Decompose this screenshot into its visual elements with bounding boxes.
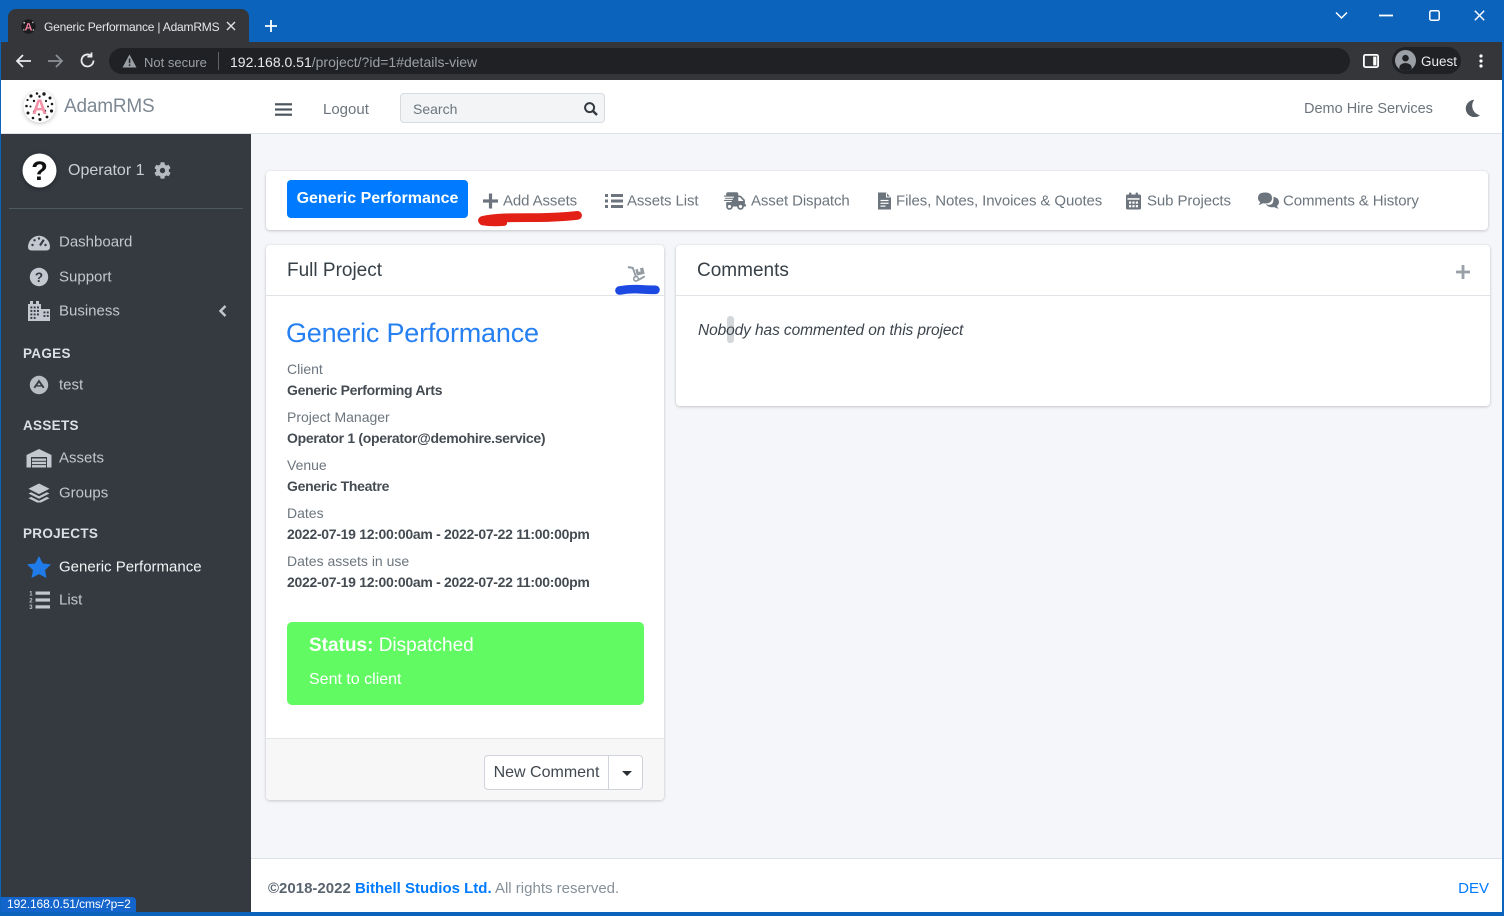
svg-text:?: ? bbox=[31, 156, 48, 186]
svg-text:1: 1 bbox=[29, 592, 33, 598]
svg-text:?: ? bbox=[35, 270, 43, 285]
svg-text:A: A bbox=[25, 21, 33, 33]
svg-text:2: 2 bbox=[29, 599, 33, 605]
svg-text:A: A bbox=[32, 96, 47, 119]
svg-text:3: 3 bbox=[29, 605, 33, 609]
